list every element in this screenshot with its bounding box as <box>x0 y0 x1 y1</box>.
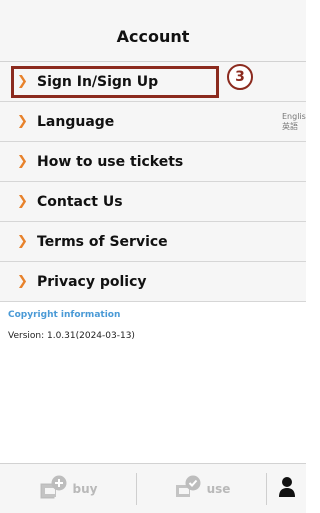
menu-item-label: Sign In/Sign Up <box>37 73 159 90</box>
ticket-plus-icon <box>39 475 69 503</box>
menu-item-sign-in[interactable]: ❯ Sign In/Sign Up 3 <box>0 62 306 102</box>
language-value-japanese: 英語 <box>282 122 298 131</box>
account-screen: Account ❯ Sign In/Sign Up 3 ❯ Language E… <box>0 0 306 513</box>
chevron-right-icon: ❯ <box>17 194 28 209</box>
page-title: Account <box>116 27 190 46</box>
menu-item-label: Terms of Service <box>37 233 168 250</box>
app-info: Copyright information Version: 1.0.31(20… <box>0 310 306 341</box>
ticket-check-icon <box>173 475 203 503</box>
chevron-right-icon: ❯ <box>17 74 28 89</box>
tab-use[interactable]: use <box>137 472 267 505</box>
account-menu: ❯ Sign In/Sign Up 3 ❯ Language English 英… <box>0 62 306 302</box>
step-badge: 3 <box>227 64 253 90</box>
tab-use-label: use <box>206 481 231 496</box>
menu-item-label: Privacy policy <box>37 273 147 290</box>
header: Account <box>0 0 306 62</box>
copyright-link[interactable]: Copyright information <box>8 310 306 320</box>
tab-bar: buy use <box>0 463 306 513</box>
tab-buy[interactable]: buy <box>0 472 137 505</box>
chevron-right-icon: ❯ <box>17 114 28 129</box>
menu-item-label: Language <box>37 113 115 130</box>
menu-item-label: Contact Us <box>37 193 123 210</box>
language-value: English 英語 <box>282 112 306 132</box>
menu-item-contact-us[interactable]: ❯ Contact Us <box>0 182 306 222</box>
menu-item-how-to-use-tickets[interactable]: ❯ How to use tickets <box>0 142 306 182</box>
chevron-right-icon: ❯ <box>17 274 28 289</box>
version-text: Version: 1.0.31(2024-03-13) <box>8 331 135 341</box>
person-icon <box>278 476 296 502</box>
tab-profile[interactable] <box>267 464 306 513</box>
chevron-right-icon: ❯ <box>17 234 28 249</box>
menu-item-privacy-policy[interactable]: ❯ Privacy policy <box>0 262 306 302</box>
chevron-right-icon: ❯ <box>17 154 28 169</box>
menu-item-terms-of-service[interactable]: ❯ Terms of Service <box>0 222 306 262</box>
tab-buy-label: buy <box>72 481 98 496</box>
menu-item-language[interactable]: ❯ Language English 英語 <box>0 102 306 142</box>
language-value-english: English <box>282 112 306 121</box>
menu-item-label: How to use tickets <box>37 153 184 170</box>
